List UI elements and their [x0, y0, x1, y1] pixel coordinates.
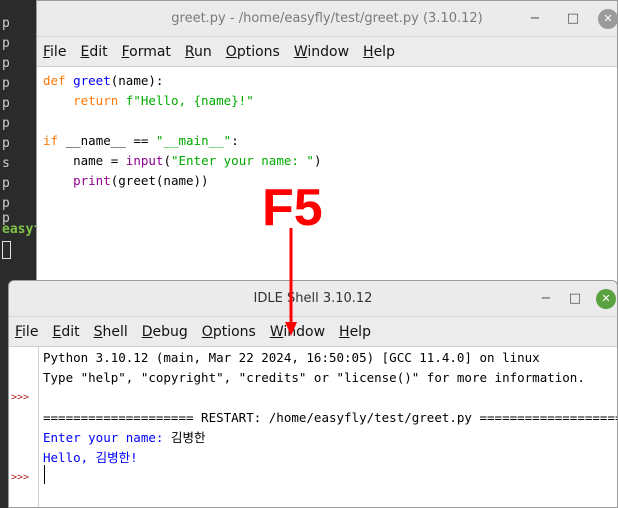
f5-annotation-arrow-icon: [285, 228, 297, 336]
